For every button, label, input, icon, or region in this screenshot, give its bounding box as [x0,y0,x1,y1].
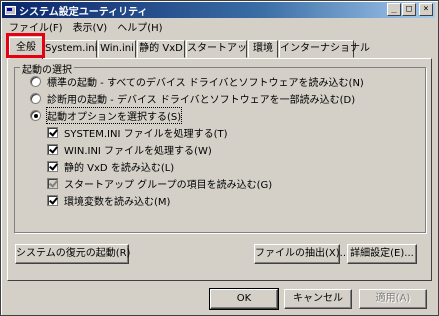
tab-international[interactable]: インターナショナル [279,40,370,58]
window-title: システム設定ユーティリティ [19,6,148,18]
tab-system-ini[interactable]: System.ini [44,40,97,58]
radio-diagnostic-startup[interactable]: 診断用の起動 - デバイス ドライバとソフトウェアを一部読み込む(D) [30,91,355,106]
maximize-button[interactable]: □ [402,3,416,16]
ok-button[interactable]: OK [209,288,279,310]
checkbox[interactable] [47,144,58,155]
title-buttons: _ □ × [386,3,433,16]
radio-button-selected[interactable] [30,110,41,121]
menu-file[interactable]: ファイル(F) [4,19,68,34]
menu-help[interactable]: ヘルプ(H) [112,19,167,34]
check-load-environment[interactable]: 環境変数を読み込む(M) [47,193,170,208]
checkbox[interactable] [47,127,58,138]
cancel-button[interactable]: キャンセル [284,289,352,309]
checkbox-label: スタートアップ グループの項目を読み込む(G) [64,180,273,191]
checkbox[interactable] [47,161,58,172]
radio-label: 起動オプションを選択する(S) [45,107,183,124]
radio-button[interactable] [30,93,41,104]
apply-button[interactable]: 適用(A) [359,289,427,309]
menu-bar: ファイル(F) 表示(V) ヘルプ(H) [4,19,168,34]
checkbox-label: SYSTEM.INI ファイルを処理する(T) [64,129,228,140]
checkbox[interactable] [47,195,58,206]
radio-button[interactable] [30,76,41,87]
restore-system-button[interactable]: システムの復元の起動(R) [15,244,130,264]
check-load-static-vxd[interactable]: 静的 VxD を読み込む(L) [47,159,174,174]
radio-normal-startup[interactable]: 標準の起動 - すべてのデバイス ドライバとソフトウェアを読み込む(N) [30,74,364,89]
radio-selective-startup[interactable]: 起動オプションを選択する(S) [30,107,183,124]
extract-file-button[interactable]: ファイルの抽出(X)... [254,244,349,264]
close-button[interactable]: × [419,3,433,16]
tab-startup[interactable]: スタートアップ [186,40,257,58]
checkbox-label: 静的 VxD を読み込む(L) [64,163,175,174]
app-icon [4,4,16,16]
checkbox-label: WIN.INI ファイルを処理する(W) [64,146,212,157]
tab-environment[interactable]: 環境 [248,40,278,58]
radio-label: 診断用の起動 - デバイス ドライバとソフトウェアを一部読み込む(D) [47,95,356,106]
checkbox-grayed[interactable] [47,178,58,189]
tab-highlight-frame [6,33,45,58]
tab-static-vxd[interactable]: 静的 VxD [137,40,185,58]
check-load-startup-group[interactable]: スタートアップ グループの項目を読み込む(G) [47,176,272,191]
checkbox-label: 環境変数を読み込む(M) [64,197,171,208]
advanced-settings-button[interactable]: 詳細設定(E)... [347,244,417,264]
check-process-win-ini[interactable]: WIN.INI ファイルを処理する(W) [47,142,212,157]
menu-view[interactable]: 表示(V) [68,19,113,34]
title-bar[interactable]: システム設定ユーティリティ _ □ × [2,2,435,18]
check-process-system-ini[interactable]: SYSTEM.INI ファイルを処理する(T) [47,125,228,140]
tab-win-ini[interactable]: Win.ini [98,40,136,58]
minimize-button[interactable]: _ [387,3,401,16]
radio-label: 標準の起動 - すべてのデバイス ドライバとソフトウェアを読み込む(N) [47,78,364,89]
